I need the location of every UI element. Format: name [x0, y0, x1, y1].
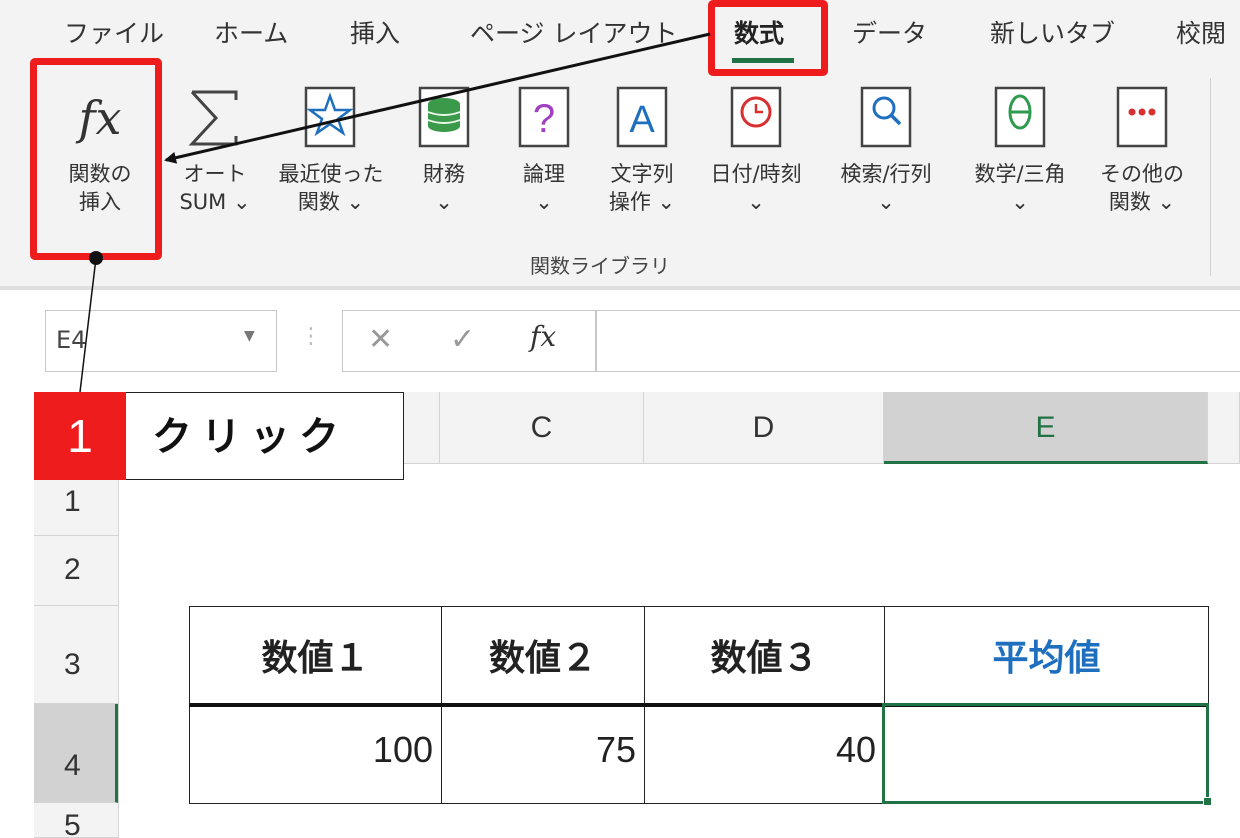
leader-line	[79, 257, 97, 393]
arrow-to-insert-function	[164, 32, 711, 164]
step-number-badge: 1	[34, 392, 126, 480]
step-instruction: クリック	[152, 414, 348, 460]
